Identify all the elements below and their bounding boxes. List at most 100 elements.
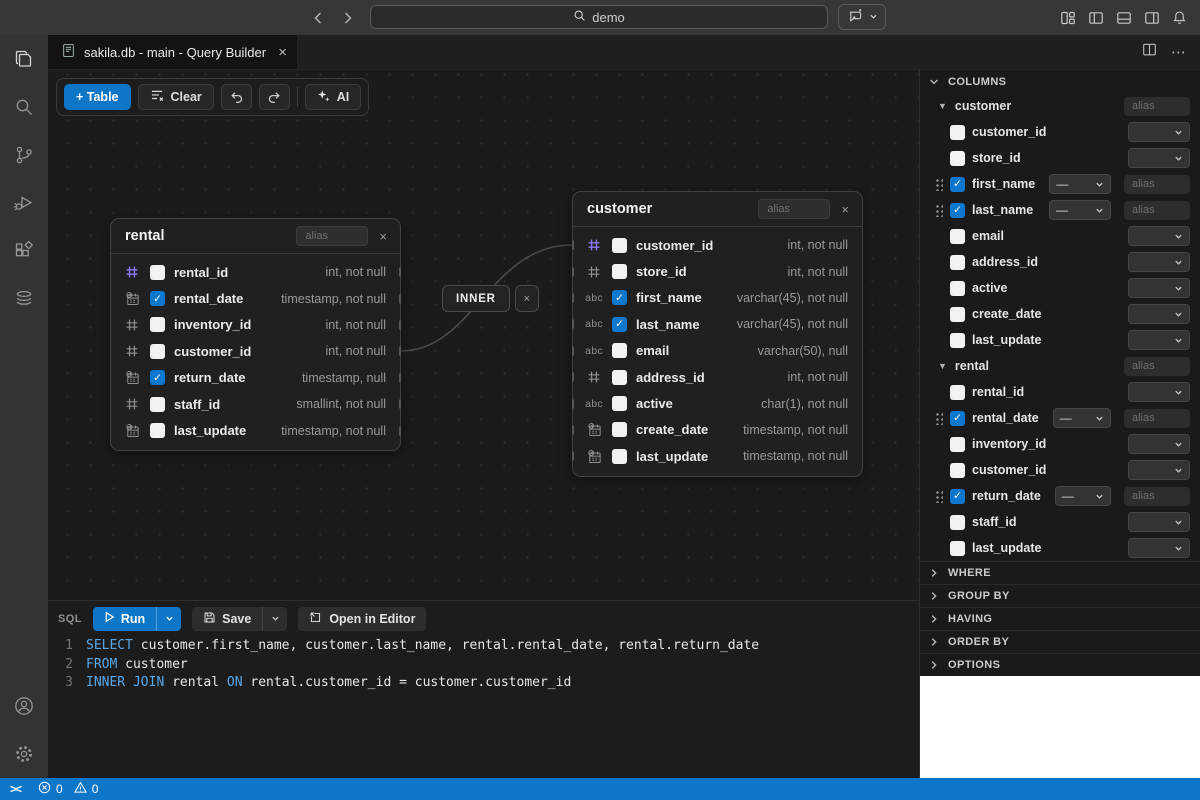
table-alias-input[interactable] [296,226,368,246]
sidebar-column-checkbox[interactable] [950,437,965,452]
sidebar-column-item[interactable]: last_update [920,535,1200,561]
sidebar-column-checkbox[interactable]: ✓ [950,489,965,504]
table-column-row[interactable]: rental_id int, not null [111,259,400,285]
column-checkbox[interactable] [150,397,165,412]
redo-button[interactable] [259,84,290,110]
column-checkbox[interactable] [612,422,627,437]
table-column-row[interactable]: abc ✓ first_name varchar(45), not null [573,285,862,311]
panel-left-icon[interactable] [1087,9,1104,26]
column-checkbox[interactable] [150,317,165,332]
sidebar-column-item[interactable]: customer_id [920,119,1200,145]
sidebar-column-item[interactable]: create_date [920,301,1200,327]
column-checkbox[interactable] [612,370,627,385]
sidebar-column-item[interactable]: address_id [920,249,1200,275]
extensions-icon[interactable] [0,227,48,275]
table-column-row[interactable]: create_date timestamp, not null [573,417,862,443]
sidebar-column-alias-input[interactable] [1124,409,1190,428]
sidebar-table-group[interactable]: ▼ customer [920,93,1200,119]
column-checkbox[interactable] [612,264,627,279]
sidebar-column-checkbox[interactable] [950,125,965,140]
aggregate-select[interactable] [1128,252,1190,272]
sidebar-column-checkbox[interactable]: ✓ [950,203,965,218]
table-alias-input[interactable] [758,199,830,219]
tab-close-icon[interactable]: × [278,45,287,60]
sidebar-column-item[interactable]: active [920,275,1200,301]
sidebar-column-checkbox[interactable] [950,151,965,166]
run-button[interactable]: Run [93,607,156,631]
triangle-down-icon[interactable]: ▼ [938,361,947,371]
forward-arrow-icon[interactable] [340,10,356,26]
sidebar-column-item[interactable]: ✓ return_date — [920,483,1200,509]
save-button[interactable]: Save [192,607,262,631]
aggregate-select[interactable]: — [1055,486,1111,506]
split-editor-icon[interactable] [1142,42,1157,62]
drag-handle-icon[interactable] [935,204,943,217]
sidebar-table-alias-input[interactable] [1124,357,1190,376]
drag-handle-icon[interactable] [935,412,943,425]
clear-button[interactable]: Clear [138,84,214,110]
sidebar-column-checkbox[interactable] [950,281,965,296]
table-close-icon[interactable]: × [838,202,852,217]
back-arrow-icon[interactable] [310,10,326,26]
sidebar-table-alias-input[interactable] [1124,97,1190,116]
aggregate-select[interactable] [1128,226,1190,246]
column-checkbox[interactable] [150,344,165,359]
table-column-row[interactable]: last_update timestamp, not null [573,443,862,469]
table-column-row[interactable]: customer_id int, not null [573,232,862,258]
sidebar-column-item[interactable]: ✓ rental_date — [920,405,1200,431]
table-column-row[interactable]: address_id int, not null [573,364,862,390]
sidebar-column-checkbox[interactable] [950,333,965,348]
table-card[interactable]: customer × customer_id int, not null sto… [572,191,863,477]
aggregate-select[interactable] [1128,538,1190,558]
table-card[interactable]: rental × rental_id int, not null ✓ renta… [110,218,401,451]
aggregate-select[interactable] [1128,330,1190,350]
sidebar-column-item[interactable]: store_id [920,145,1200,171]
copilot-menu-button[interactable] [838,4,886,30]
more-actions-icon[interactable]: ⋯ [1171,43,1186,61]
aggregate-select[interactable] [1128,304,1190,324]
sidebar-column-alias-input[interactable] [1124,175,1190,194]
section-group-by[interactable]: GROUP BY [920,584,1200,607]
sidebar-column-item[interactable]: ✓ first_name — [920,171,1200,197]
database-icon[interactable] [0,275,48,323]
column-checkbox[interactable]: ✓ [612,290,627,305]
drag-handle-icon[interactable] [935,490,943,503]
table-column-row[interactable]: abc ✓ last_name varchar(45), not null [573,311,862,337]
aggregate-select[interactable] [1128,460,1190,480]
sql-code[interactable]: 1 SELECT customer.first_name, customer.l… [48,632,919,693]
undo-button[interactable] [221,84,252,110]
run-dropdown-button[interactable] [156,607,181,631]
table-column-row[interactable]: ✓ return_date timestamp, null [111,365,400,391]
section-where[interactable]: WHERE [920,561,1200,584]
run-debug-icon[interactable] [0,179,48,227]
column-checkbox[interactable] [612,396,627,411]
ai-button[interactable]: AI [305,84,362,110]
column-checkbox[interactable]: ✓ [150,370,165,385]
sidebar-column-alias-input[interactable] [1124,201,1190,220]
sidebar-column-checkbox[interactable]: ✓ [950,411,965,426]
section-having[interactable]: HAVING [920,607,1200,630]
triangle-down-icon[interactable]: ▼ [938,101,947,111]
sidebar-column-item[interactable]: rental_id [920,379,1200,405]
aggregate-select[interactable] [1128,512,1190,532]
source-control-icon[interactable] [0,131,48,179]
sidebar-column-item[interactable]: customer_id [920,457,1200,483]
table-close-icon[interactable]: × [376,229,390,244]
sidebar-table-group[interactable]: ▼ rental [920,353,1200,379]
column-checkbox[interactable] [612,238,627,253]
table-column-row[interactable]: ✓ rental_date timestamp, not null [111,285,400,311]
table-column-row[interactable]: inventory_id int, not null [111,312,400,338]
drag-handle-icon[interactable] [935,178,943,191]
aggregate-select[interactable] [1128,434,1190,454]
tab-query-builder[interactable]: sakila.db - main - Query Builder × [48,35,298,69]
remote-indicator-icon[interactable]: >< [10,782,20,796]
column-checkbox[interactable] [612,343,627,358]
column-checkbox[interactable]: ✓ [150,291,165,306]
sidebar-column-alias-input[interactable] [1124,487,1190,506]
column-checkbox[interactable]: ✓ [612,317,627,332]
save-dropdown-button[interactable] [262,607,287,631]
panel-right-icon[interactable] [1143,9,1160,26]
sidebar-column-checkbox[interactable]: ✓ [950,177,965,192]
sidebar-column-checkbox[interactable] [950,255,965,270]
account-icon[interactable] [0,682,48,730]
